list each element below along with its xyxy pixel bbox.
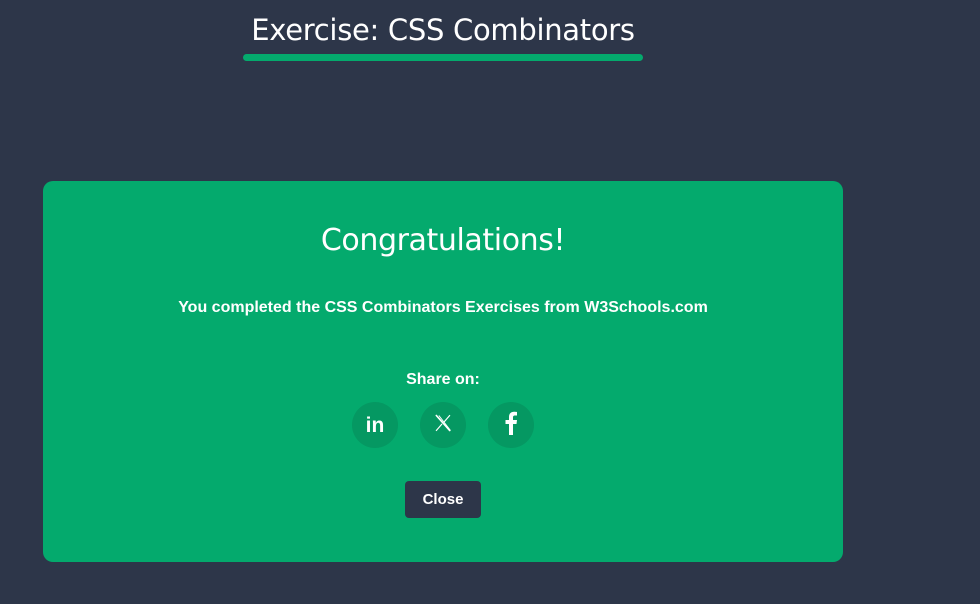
share-x-button[interactable]: [420, 402, 466, 448]
share-buttons: in: [352, 402, 534, 448]
completion-message: You completed the CSS Combinators Exerci…: [178, 299, 708, 316]
linkedin-icon: in: [365, 413, 385, 437]
page-title: Exercise: CSS Combinators: [251, 13, 635, 47]
title-underline: [243, 54, 643, 61]
modal-heading: Congratulations!: [320, 223, 566, 258]
close-button[interactable]: Close: [405, 481, 481, 518]
x-logo-icon: [433, 413, 453, 438]
share-linkedin-button[interactable]: in: [352, 402, 398, 448]
facebook-icon: [504, 411, 518, 440]
congratulations-modal: Congratulations! You completed the CSS C…: [43, 181, 843, 562]
share-label: Share on:: [406, 371, 480, 388]
share-facebook-button[interactable]: [488, 402, 534, 448]
page-header: Exercise: CSS Combinators: [243, 10, 643, 61]
